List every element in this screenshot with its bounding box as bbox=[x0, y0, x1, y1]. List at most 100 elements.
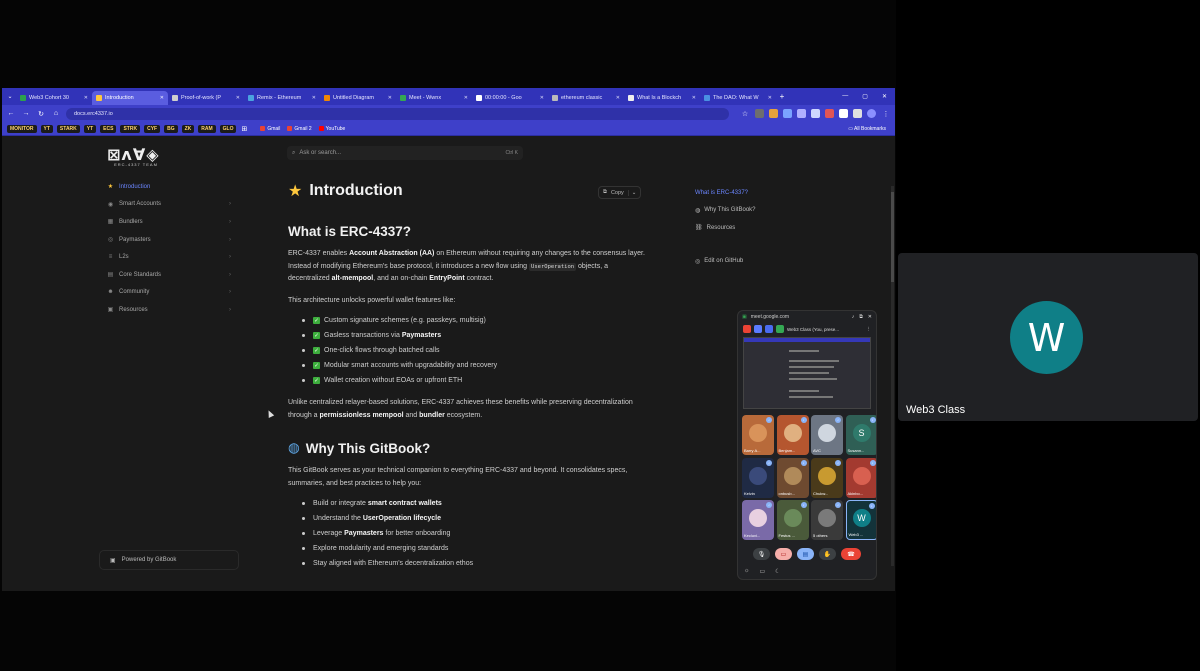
tab-close-icon[interactable]: ✕ bbox=[236, 95, 240, 101]
participant-tile[interactable]: ♪ Benjam... bbox=[776, 415, 809, 455]
bookmark-link[interactable]: Gmail bbox=[260, 126, 280, 132]
edit-on-github-link[interactable]: ◎ Edit on GitHub bbox=[695, 253, 805, 271]
bookmark-folder[interactable]: STRK bbox=[120, 124, 141, 133]
copy-button[interactable]: ⧉ Copy ⌄ bbox=[598, 186, 642, 199]
browser-tab[interactable]: 00:00:00 - Goo ✕ bbox=[472, 91, 548, 105]
powered-by-gitbook[interactable]: ▣ Powered by GitBook bbox=[99, 550, 239, 570]
raise-hand-button[interactable]: ✋ bbox=[819, 548, 836, 560]
browser-tab[interactable]: Meet - Wwnx ✕ bbox=[396, 91, 472, 105]
chevron-right-icon[interactable]: › bbox=[229, 201, 231, 207]
mic-button[interactable]: 🎙 bbox=[753, 548, 770, 560]
bookmark-folder[interactable]: STARK bbox=[56, 124, 80, 133]
bookmark-link[interactable]: Gmail 2 bbox=[287, 126, 312, 132]
menu-kebab-icon[interactable]: ⋮ bbox=[881, 110, 891, 118]
captions-icon[interactable]: ▭ bbox=[760, 568, 766, 575]
bookmark-folder[interactable]: ECS bbox=[100, 124, 117, 133]
scrollbar-thumb[interactable] bbox=[891, 192, 894, 282]
extension-icon[interactable] bbox=[797, 109, 806, 118]
participant-tile[interactable]: W ♪ Web3 ... bbox=[845, 500, 876, 540]
participant-tile[interactable]: W Web3 Class bbox=[898, 253, 1198, 421]
page-scrollbar[interactable] bbox=[891, 186, 894, 566]
extension-icon[interactable] bbox=[755, 109, 764, 118]
chevron-right-icon[interactable]: › bbox=[229, 219, 231, 225]
screen-icon[interactable] bbox=[754, 325, 762, 333]
all-bookmarks[interactable]: ▭ All Bookmarks bbox=[848, 126, 890, 132]
browser-tab[interactable]: The DAO: What W ✕ bbox=[700, 91, 776, 105]
extension-icon[interactable] bbox=[839, 109, 848, 118]
sidebar-item[interactable]: ☻ Community › bbox=[107, 284, 237, 302]
chevron-right-icon[interactable]: › bbox=[229, 289, 231, 295]
tab-close-icon[interactable]: ✕ bbox=[160, 95, 164, 101]
bookmark-star-icon[interactable]: ☆ bbox=[740, 110, 750, 118]
chevron-right-icon[interactable]: › bbox=[229, 307, 231, 313]
toc-item[interactable]: What is ERC-4337? bbox=[695, 184, 805, 202]
sidebar-item[interactable]: ▤ Core Standards › bbox=[107, 266, 237, 284]
forward-icon[interactable]: → bbox=[21, 110, 31, 117]
sidebar-item[interactable]: ≡ L2s › bbox=[107, 248, 237, 266]
extension-icon[interactable] bbox=[769, 109, 778, 118]
bookmark-folder[interactable]: CYF bbox=[144, 124, 161, 133]
browser-tab[interactable]: Untitled Diagram ✕ bbox=[320, 91, 396, 105]
brightness-icon[interactable]: ☼ bbox=[744, 568, 750, 575]
tab-close-icon[interactable]: ✕ bbox=[692, 95, 696, 101]
sidebar-item[interactable]: ◉ Smart Accounts › bbox=[107, 196, 237, 214]
end-call-button[interactable]: ☎ bbox=[841, 548, 861, 560]
tab-close-icon[interactable]: ✕ bbox=[312, 95, 316, 101]
close-window-icon[interactable]: ✕ bbox=[882, 93, 887, 100]
bookmark-folder[interactable]: ZK bbox=[181, 124, 195, 133]
tab-close-icon[interactable]: ✕ bbox=[84, 95, 88, 101]
more-options-icon[interactable]: ⋮ bbox=[867, 326, 872, 332]
participant-tile[interactable]: ♪ 5 others bbox=[811, 500, 843, 540]
tab-close-icon[interactable]: ✕ bbox=[616, 95, 620, 101]
sidebar-item[interactable]: ★ Introduction bbox=[107, 178, 237, 196]
mic-icon[interactable]: ♪ bbox=[852, 314, 855, 320]
bookmark-folder[interactable]: YT bbox=[40, 124, 53, 133]
bookmark-link[interactable]: YouTube bbox=[318, 126, 345, 132]
tab-close-icon[interactable]: ✕ bbox=[388, 95, 392, 101]
minimize-icon[interactable]: — bbox=[842, 93, 848, 100]
participant-tile[interactable]: ♪ Akinbo... bbox=[845, 457, 876, 498]
bookmark-folder[interactable]: GLO bbox=[219, 124, 237, 133]
participant-tile[interactable]: ♪ Festus ... bbox=[776, 500, 809, 540]
moon-icon[interactable]: ☾ bbox=[775, 568, 780, 575]
browser-tab[interactable]: Remix - Ethereum ✕ bbox=[244, 91, 320, 105]
camera-off-button[interactable]: ▭ bbox=[775, 548, 792, 560]
sidebar-item[interactable]: ◎ Paymasters › bbox=[107, 231, 237, 249]
tab-search-icon[interactable]: ⌄ bbox=[4, 91, 16, 103]
sidebar-item[interactable]: ▣ Resources › bbox=[107, 301, 237, 319]
site-logo[interactable]: ⊠ʌ∀◈ ERC-4337 TEAM bbox=[107, 145, 167, 167]
extension-icon[interactable] bbox=[811, 109, 820, 118]
bookmark-folder[interactable]: YT bbox=[83, 124, 97, 133]
tab-close-icon[interactable]: ✕ bbox=[464, 95, 468, 101]
chevron-right-icon[interactable]: › bbox=[229, 272, 231, 278]
sidebar-item[interactable]: ▦ Bundlers › bbox=[107, 213, 237, 231]
extension-icon[interactable] bbox=[783, 109, 792, 118]
new-tab-button[interactable]: + bbox=[776, 92, 788, 101]
chevron-down-icon[interactable]: ⌄ bbox=[627, 189, 636, 196]
pen-icon[interactable] bbox=[765, 325, 773, 333]
toc-item[interactable]: ⛓ Resources bbox=[695, 219, 805, 237]
back-icon[interactable]: ← bbox=[6, 110, 16, 117]
apps-grid-icon[interactable]: ⊞ bbox=[241, 125, 247, 133]
present-button[interactable]: ▤ bbox=[797, 548, 814, 560]
maximize-icon[interactable]: ▢ bbox=[862, 93, 868, 100]
browser-tab[interactable]: Proof-of-work (P ✕ bbox=[168, 91, 244, 105]
browser-tab[interactable]: Web3 Cohort 30 ✕ bbox=[16, 91, 92, 105]
bookmark-folder[interactable]: MONITOR bbox=[7, 124, 37, 133]
reload-icon[interactable]: ↻ bbox=[36, 110, 46, 118]
browser-tab[interactable]: ethereum classic ✕ bbox=[548, 91, 624, 105]
search-input[interactable]: ⌕ Ask or search... Ctrl K bbox=[287, 146, 523, 160]
browser-tab[interactable]: Introduction ✕ bbox=[92, 91, 168, 105]
participant-tile[interactable]: ♪ Barry A... bbox=[742, 415, 774, 455]
participant-tile[interactable]: ♪ onbusb... bbox=[776, 457, 809, 498]
participant-tile[interactable]: ♪ AVC bbox=[811, 415, 843, 455]
extensions-puzzle-icon[interactable] bbox=[853, 109, 862, 118]
extension-icon[interactable] bbox=[825, 109, 834, 118]
participant-tile[interactable]: ♪ Kecluvi... bbox=[742, 500, 774, 540]
participant-tile[interactable]: S ♪ Susann... bbox=[845, 415, 876, 455]
bookmark-folder[interactable]: RAM bbox=[198, 124, 216, 133]
home-icon[interactable]: ⌂ bbox=[51, 110, 61, 117]
url-field[interactable]: docs.erc4337.io bbox=[66, 107, 729, 120]
tab-close-icon[interactable]: ✕ bbox=[540, 95, 544, 101]
participant-tile[interactable]: ♪ Kelvin bbox=[742, 457, 774, 498]
